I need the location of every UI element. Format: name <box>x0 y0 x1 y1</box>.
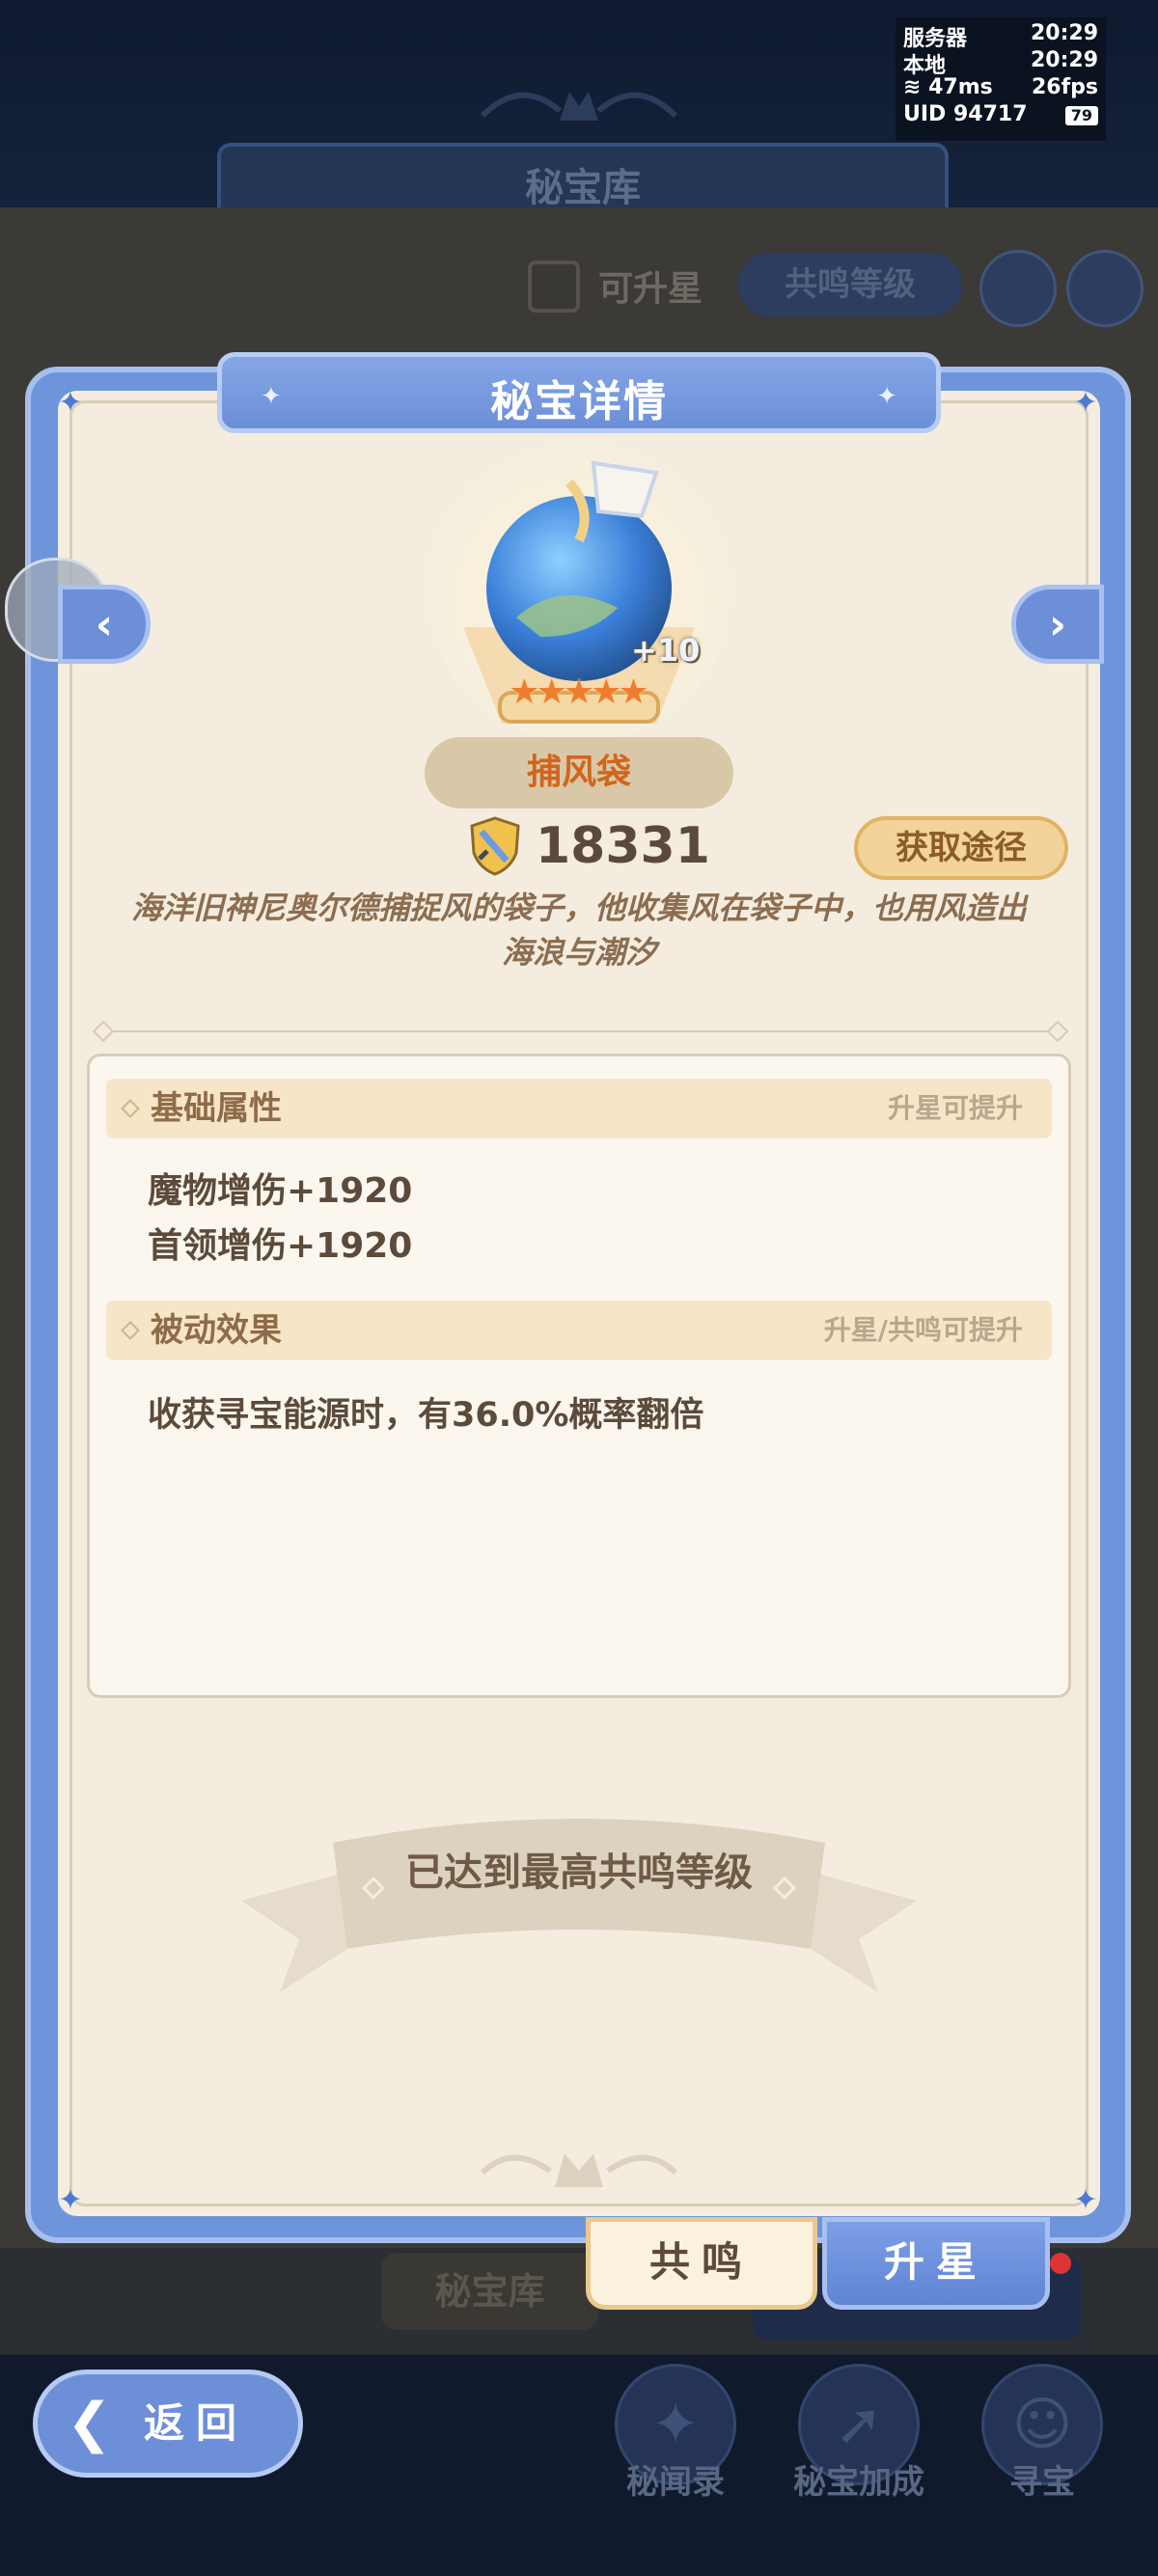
chevron-right-icon: › <box>1048 599 1067 649</box>
power-value: 18331 <box>536 817 710 875</box>
acquisition-source-button[interactable]: 获取途径 <box>854 816 1068 880</box>
passive-effect-line: 收获寻宝能源时，有36.0%概率翻倍 <box>148 1396 704 1435</box>
star-rating: ★★★★★ <box>492 672 666 712</box>
corner-star-icon: ✦ <box>58 2183 83 2217</box>
resonance-sort-button[interactable]: 共鸣等级 <box>738 253 962 316</box>
next-item-button[interactable]: › <box>1011 585 1104 664</box>
corner-star-icon: ✦ <box>58 386 83 420</box>
passive-effect-hint: 升星/共鸣可提升 <box>823 1314 1023 1346</box>
ping-value: 47ms <box>928 75 993 99</box>
base-attributes-hint: 升星可提升 <box>887 1092 1023 1124</box>
attribute-line: 首领增伤+1920 <box>148 1226 413 1266</box>
section-divider <box>101 1030 1057 1032</box>
tab-star-upgrade[interactable]: 升星 <box>822 2217 1050 2310</box>
diamond-icon <box>121 1321 140 1340</box>
attribute-line: 魔物增伤+1920 <box>148 1171 413 1211</box>
upgradable-checkbox-label: 可升星 <box>598 269 703 309</box>
corner-star-icon: ✦ <box>1073 386 1098 420</box>
ornament-icon <box>480 92 678 121</box>
local-time: 20:29 <box>1030 48 1098 72</box>
attributes-panel <box>87 1054 1071 1698</box>
previous-item-button[interactable]: ‹ <box>58 585 151 664</box>
wifi-icon: ≋ <box>903 75 922 99</box>
star-icon: ★ <box>618 672 649 712</box>
performance-hud: 服务器 20:29 本地 20:29 ≋ 47ms 26fps UID 9471… <box>896 17 1106 141</box>
passive-effect-title: 被动效果 <box>151 1311 282 1350</box>
notification-dot <box>1050 2253 1071 2274</box>
nav-treasure-bonus[interactable]: ➚ 秘宝加成 <box>786 2364 931 2502</box>
crown-ornament-icon <box>480 2153 678 2187</box>
dialog-title: 秘宝详情 <box>490 377 668 426</box>
uid-value: 94717 <box>952 102 1028 126</box>
shield-sword-icon <box>470 816 520 876</box>
back-button[interactable]: ❮ 返回 <box>33 2370 303 2478</box>
base-attributes-title: 基础属性 <box>151 1089 282 1128</box>
nav-treasure-hunt[interactable]: ☺ 寻宝 <box>970 2364 1115 2502</box>
diamond-icon <box>121 1099 140 1118</box>
nav-label: 秘宝加成 <box>793 2463 924 2502</box>
item-description: 海洋旧神尼奥尔德捕捉风的袋子，他收集风在袋子中，也用风造出海浪与潮汐 <box>130 890 1027 971</box>
level-badge: +10 <box>631 632 701 669</box>
base-attributes-header: 基础属性 升星可提升 <box>106 1079 1052 1138</box>
item-name: 捕风袋 <box>425 737 733 808</box>
nav-secret-records[interactable]: ✦ 秘闻录 <box>603 2364 748 2502</box>
nav-label: 寻宝 <box>1009 2463 1075 2502</box>
server-time: 20:29 <box>1030 21 1098 45</box>
chevron-left-icon: ‹ <box>95 599 114 649</box>
fps-value: 26fps <box>1031 75 1098 99</box>
ribbon-banner <box>241 1819 917 1992</box>
tab-resonance[interactable]: 共鸣 <box>586 2217 817 2310</box>
passive-effect-header: 被动效果 升星/共鸣可提升 <box>106 1301 1052 1360</box>
background-title: 秘宝库 <box>525 166 641 210</box>
upgradable-checkbox[interactable] <box>528 260 580 313</box>
max-resonance-text: 已达到最高共鸣等级 <box>405 1850 753 1895</box>
dialog-header: ✦ ✦ 秘宝详情 <box>217 352 941 433</box>
back-button-label: 返回 <box>144 2399 249 2447</box>
corner-star-icon: ✦ <box>1073 2183 1098 2217</box>
filter-icon[interactable] <box>979 250 1057 327</box>
back-arrow-icon: ❮ <box>67 2392 112 2454</box>
battery-icon: 79 <box>1064 106 1098 125</box>
book-icon[interactable] <box>1066 250 1144 327</box>
nav-label: 秘闻录 <box>626 2463 725 2502</box>
tab-treasure-library[interactable]: 秘宝库 <box>381 2253 598 2330</box>
uid-label: UID <box>903 102 947 126</box>
